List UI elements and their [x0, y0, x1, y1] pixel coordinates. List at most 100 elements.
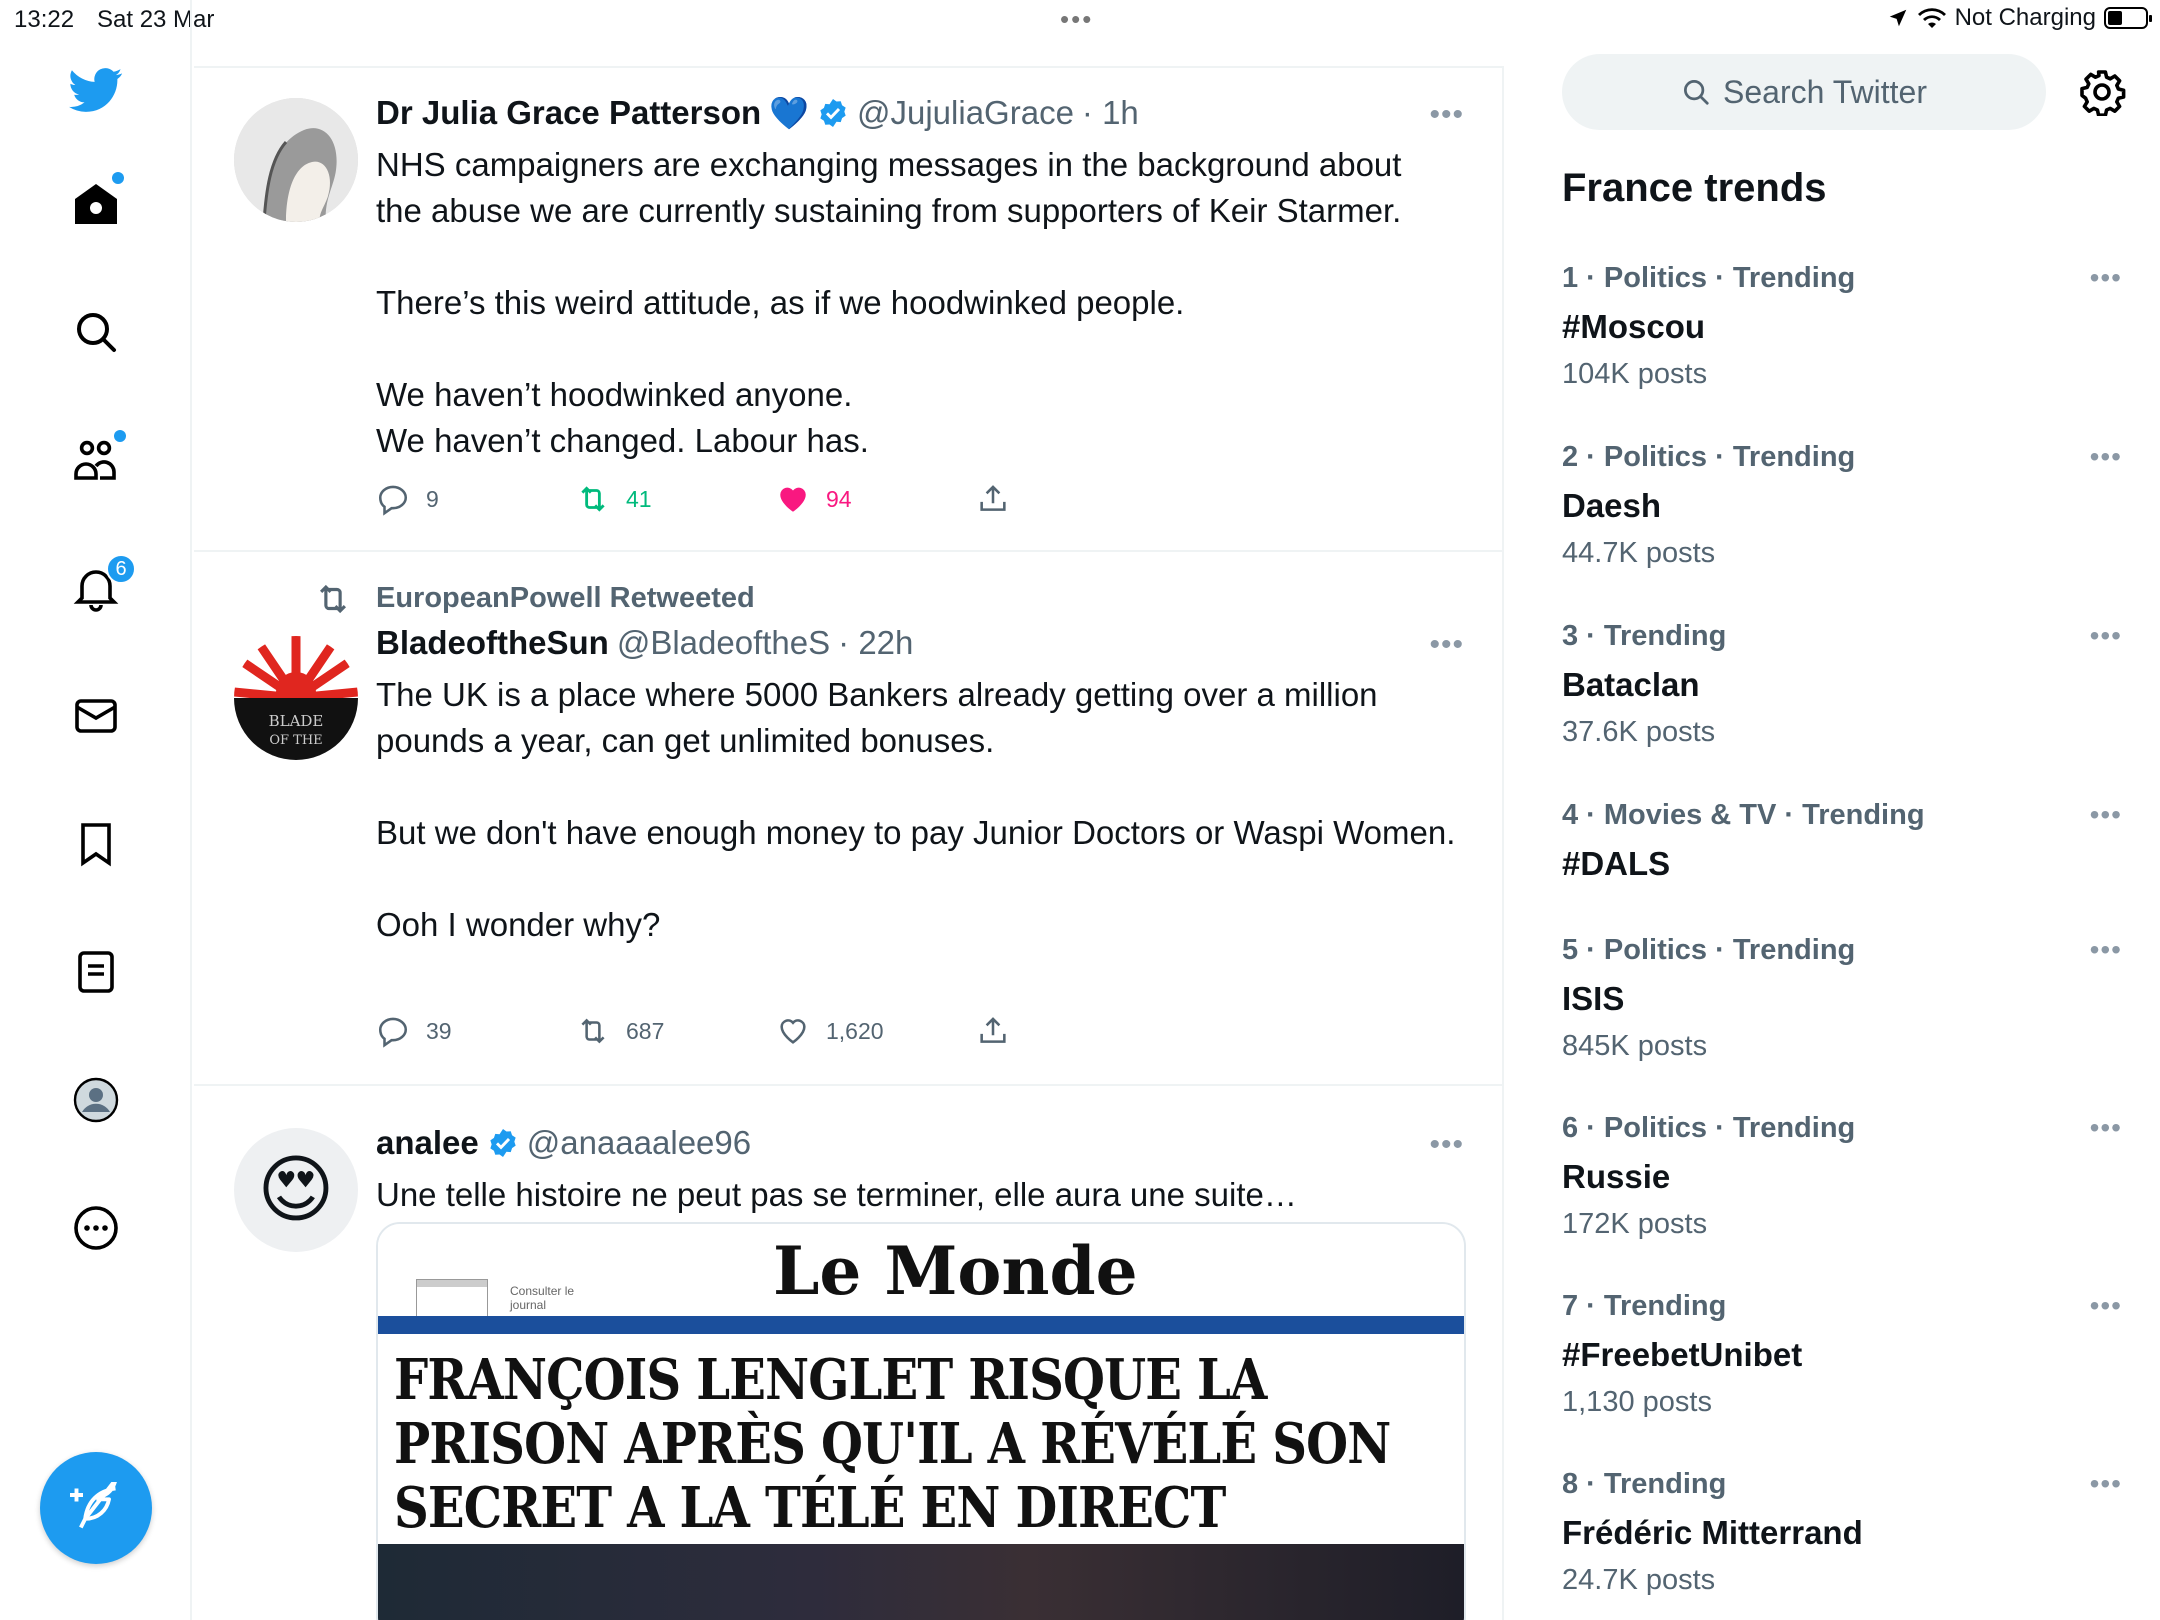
- trend-name: #Moscou: [1562, 308, 1706, 345]
- trend-name: ISIS: [1562, 980, 1625, 1017]
- svg-text:OF THE: OF THE: [269, 733, 322, 748]
- trend-count: 37.6K posts: [1562, 716, 1716, 748]
- author-handle[interactable]: @anaaaalee96: [527, 1124, 751, 1162]
- author-name[interactable]: analee: [376, 1124, 479, 1162]
- tweet-actions: 39 687 1,620: [376, 1014, 1036, 1048]
- author-handle[interactable]: @BladeoftheS: [617, 624, 830, 662]
- tweet-time[interactable]: · 22h: [838, 624, 913, 662]
- tweet-media-card[interactable]: Consulter le journal Le Monde FRANÇOIS L…: [376, 1222, 1466, 1620]
- trend-more-icon[interactable]: •••: [2090, 934, 2122, 966]
- notifications-bell-icon[interactable]: 6: [60, 552, 136, 624]
- reply-button[interactable]: 9: [376, 482, 576, 516]
- author-name[interactable]: Dr Julia Grace Patterson: [376, 94, 761, 132]
- like-button[interactable]: 1,620: [776, 1014, 976, 1048]
- trend-more-icon[interactable]: •••: [2090, 799, 2122, 831]
- trend-more-icon[interactable]: •••: [2090, 262, 2122, 294]
- tweet-text: The UK is a place where 5000 Bankers alr…: [376, 676, 1456, 943]
- status-bar: 13:22 Sat 23 Mar ••• Not Charging: [0, 0, 2160, 40]
- tweet-text: Une telle histoire ne peut pas se termin…: [376, 1176, 1297, 1213]
- tweet-actions: 9 41 94: [376, 482, 1036, 516]
- reply-button[interactable]: 39: [376, 1014, 576, 1048]
- home-new-dot: [112, 172, 124, 184]
- mini-newspaper-thumbnail: [416, 1279, 488, 1317]
- profile-avatar-icon[interactable]: [60, 1064, 132, 1136]
- share-button[interactable]: [976, 482, 1036, 516]
- author-handle[interactable]: @JujuliaGrace: [857, 94, 1074, 132]
- tweet-more-icon[interactable]: •••: [1429, 98, 1464, 132]
- more-options-icon[interactable]: [60, 1192, 132, 1264]
- trend-meta: 4 · Movies & TV · Trending: [1562, 799, 1925, 831]
- trend-meta: 2 · Politics · Trending: [1562, 441, 1856, 473]
- like-button[interactable]: 94: [776, 482, 976, 516]
- wifi-icon: [1917, 8, 1946, 28]
- battery-status-text: Not Charging: [1954, 4, 2096, 31]
- trend-count: 24.7K posts: [1562, 1564, 1716, 1596]
- retweeted-by-text: EuropeanPowell Retweeted: [376, 582, 755, 614]
- like-count: 1,620: [826, 1017, 884, 1044]
- tweet-more-icon[interactable]: •••: [1429, 628, 1464, 662]
- status-right: Not Charging: [1887, 4, 2152, 32]
- trend-meta: 8 · Trending: [1562, 1468, 1727, 1500]
- media-headline: FRANÇOIS LENGLET RISQUE LA PRISON APRÈS …: [394, 1347, 1391, 1541]
- retweet-button[interactable]: 687: [576, 1014, 776, 1048]
- retweet-button[interactable]: 41: [576, 482, 776, 516]
- left-navigation: 6: [0, 0, 192, 1620]
- search-icon[interactable]: [60, 296, 132, 368]
- messages-envelope-icon[interactable]: [60, 680, 132, 752]
- trend-name: #DALS: [1562, 845, 1671, 882]
- author-avatar[interactable]: BLADE OF THE: [234, 636, 358, 760]
- author-name[interactable]: BladeoftheSun: [376, 624, 609, 662]
- retweet-count: 687: [626, 1017, 665, 1044]
- reply-icon: [378, 485, 408, 516]
- compose-tweet-button[interactable]: [40, 1452, 152, 1564]
- share-icon: [980, 485, 1006, 511]
- trend-item[interactable]: 8 · Trending Frédéric Mitterrand 24.7K p…: [1562, 1468, 2122, 1598]
- communities-icon[interactable]: [60, 424, 132, 496]
- trend-more-icon[interactable]: •••: [2090, 1468, 2122, 1500]
- trends-title: France trends: [1562, 166, 1827, 210]
- multitask-dots[interactable]: •••: [1060, 4, 1093, 35]
- author-avatar[interactable]: 😍: [234, 1128, 358, 1252]
- trend-count: 845K posts: [1562, 1030, 1708, 1062]
- like-count: 94: [826, 485, 852, 512]
- tweet-header: analee @anaaaalee96: [376, 1124, 751, 1162]
- trend-item[interactable]: 1 · Politics · Trending #Moscou 104K pos…: [1562, 262, 2122, 392]
- trend-item[interactable]: 7 · Trending #FreebetUnibet 1,130 posts …: [1562, 1290, 2122, 1420]
- trend-meta: 5 · Politics · Trending: [1562, 934, 1856, 966]
- retweeted-by-label[interactable]: EuropeanPowell Retweeted: [320, 582, 755, 615]
- trend-item[interactable]: 4 · Movies & TV · Trending #DALS •••: [1562, 799, 2122, 889]
- search-box[interactable]: Search Twitter: [1562, 54, 2046, 130]
- trend-more-icon[interactable]: •••: [2090, 620, 2122, 652]
- notifications-badge: 6: [106, 554, 136, 584]
- trend-more-icon[interactable]: •••: [2090, 441, 2122, 473]
- compose-feather-icon: [70, 1482, 117, 1529]
- media-consult-text: Consulter le journal: [510, 1284, 575, 1312]
- heart-outline-icon: [780, 1019, 806, 1044]
- trend-meta: 7 · Trending: [1562, 1290, 1727, 1322]
- share-button[interactable]: [976, 1014, 1036, 1048]
- trend-more-icon[interactable]: •••: [2090, 1112, 2122, 1144]
- tweet[interactable]: Dr Julia Grace Patterson 💙 @JujuliaGrace …: [194, 68, 1504, 552]
- trend-count: 1,130 posts: [1562, 1386, 1712, 1418]
- trend-item[interactable]: 5 · Politics · Trending ISIS 845K posts …: [1562, 934, 2122, 1064]
- trend-item[interactable]: 3 · Trending Bataclan 37.6K posts •••: [1562, 620, 2122, 750]
- retweet-count: 41: [626, 485, 652, 512]
- tweet[interactable]: EuropeanPowell Retweeted BLADE OF THE Bla…: [194, 552, 1504, 1086]
- media-masthead: Consulter le journal Le Monde: [378, 1224, 1464, 1322]
- trend-item[interactable]: 2 · Politics · Trending Daesh 44.7K post…: [1562, 441, 2122, 571]
- lists-icon[interactable]: [60, 936, 132, 1008]
- home-icon[interactable]: [60, 168, 132, 240]
- verified-badge-icon: [490, 1129, 516, 1157]
- trend-name: Frédéric Mitterrand: [1562, 1514, 1863, 1551]
- settings-gear-icon[interactable]: [2078, 68, 2126, 116]
- trend-item[interactable]: 6 · Politics · Trending Russie 172K post…: [1562, 1112, 2122, 1242]
- bookmarks-icon[interactable]: [60, 808, 132, 880]
- trend-more-icon[interactable]: •••: [2090, 1290, 2122, 1322]
- tweet-header: Dr Julia Grace Patterson 💙 @JujuliaGrace …: [376, 94, 1139, 132]
- twitter-logo-icon[interactable]: [60, 54, 132, 126]
- tweet-time[interactable]: · 1h: [1082, 94, 1139, 132]
- author-avatar[interactable]: [234, 98, 358, 222]
- reply-count: 39: [426, 1017, 452, 1044]
- tweet-more-icon[interactable]: •••: [1429, 1128, 1464, 1162]
- location-icon: [1889, 9, 1906, 27]
